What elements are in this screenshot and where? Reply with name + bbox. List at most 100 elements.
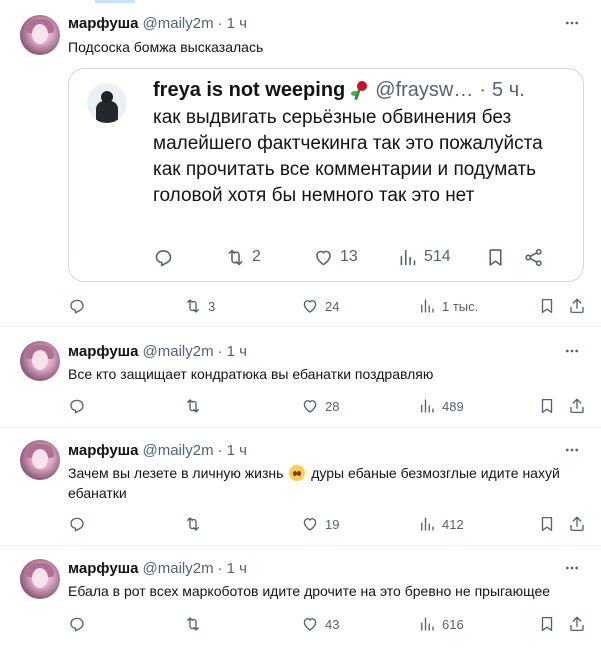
tweet-text-part: Зачем вы лезете в личную жизнь	[68, 465, 288, 481]
views-button[interactable]: 412	[418, 514, 464, 534]
more-icon[interactable]	[563, 13, 581, 33]
views-button[interactable]: 489	[418, 396, 464, 416]
more-icon[interactable]	[563, 440, 581, 460]
like-icon	[301, 397, 319, 415]
bookmark-icon	[538, 515, 556, 533]
like-count: 19	[325, 516, 340, 532]
bookmark-icon	[538, 397, 556, 415]
retweet-count: 3	[208, 298, 216, 314]
reply-icon	[68, 515, 86, 533]
views-icon	[418, 297, 436, 315]
avatar[interactable]	[20, 15, 60, 55]
author-handle[interactable]: @maily2m	[143, 15, 214, 32]
retweet-button[interactable]	[184, 614, 202, 634]
share-button[interactable]	[523, 245, 544, 269]
retweet-button[interactable]	[184, 514, 202, 534]
share-icon	[568, 397, 586, 415]
tweet[interactable]: марфуша @maily2m · 1 ч Подсоска бомжа вы…	[0, 0, 601, 327]
author-name[interactable]: марфуша	[68, 442, 139, 459]
tweet-actions: 3 24 1 тыс.	[68, 296, 588, 316]
retweet-icon	[184, 615, 202, 633]
like-button[interactable]: 19	[301, 514, 339, 534]
retweet-icon	[184, 297, 202, 315]
views-count: 1 тыс.	[442, 298, 479, 314]
views-button[interactable]: 1 тыс.	[418, 296, 478, 316]
reply-icon	[68, 297, 86, 315]
author-name[interactable]: марфуша	[68, 560, 139, 577]
author-handle[interactable]: @maily2m	[143, 442, 214, 459]
share-button[interactable]	[568, 396, 586, 416]
quote-avatar[interactable]	[87, 83, 127, 123]
reply-button[interactable]	[68, 514, 86, 534]
timestamp[interactable]: 1 ч	[227, 343, 247, 360]
share-button[interactable]	[568, 514, 586, 534]
author-handle[interactable]: @maily2m	[143, 343, 214, 360]
tweet-actions: 19 412	[68, 514, 588, 534]
author-name[interactable]: марфуша	[68, 343, 139, 360]
views-count: 616	[442, 616, 464, 632]
bookmark-button[interactable]	[538, 514, 556, 534]
timestamp[interactable]: 1 ч	[227, 560, 247, 577]
avatar[interactable]	[20, 559, 60, 599]
quote-actions: 2 13 514	[153, 245, 563, 269]
tweet[interactable]: марфуша @maily2m · 1 ч Зачем вы лезете в…	[0, 429, 601, 546]
like-button[interactable]: 43	[301, 614, 339, 634]
timestamp[interactable]: 1 ч	[227, 15, 247, 32]
like-icon	[301, 297, 319, 315]
quote-timestamp[interactable]: 5 ч.	[492, 79, 525, 102]
reply-button[interactable]	[68, 614, 86, 634]
views-button[interactable]: 616	[418, 614, 464, 634]
like-button[interactable]: 24	[301, 296, 339, 316]
bookmark-button[interactable]	[538, 296, 556, 316]
reply-icon	[153, 247, 174, 268]
views-icon	[397, 247, 418, 268]
author-handle[interactable]: @maily2m	[143, 560, 214, 577]
reply-icon	[68, 615, 86, 633]
author-name[interactable]: марфуша	[68, 15, 139, 32]
reply-icon	[68, 397, 86, 415]
quoted-tweet[interactable]: freya is not weeping @fraysw… · 5 ч. как…	[68, 68, 584, 282]
retweet-button[interactable]: 3	[184, 296, 215, 316]
like-icon	[301, 515, 319, 533]
separator-dot: ·	[217, 342, 223, 360]
like-icon	[301, 615, 319, 633]
bookmark-button[interactable]	[485, 245, 506, 269]
retweet-button[interactable]	[184, 396, 202, 416]
retweet-button[interactable]: 2	[225, 245, 261, 269]
tweet-header: марфуша @maily2m · 1 ч	[68, 440, 247, 460]
bookmark-icon	[538, 615, 556, 633]
like-count: 13	[340, 248, 358, 265]
bookmark-button[interactable]	[538, 396, 556, 416]
quote-header: freya is not weeping @fraysw… · 5 ч.	[153, 75, 525, 105]
tweet-text: Все кто защищает кондратюка вы ебанатки …	[68, 366, 434, 382]
more-icon[interactable]	[563, 558, 581, 578]
avatar[interactable]	[20, 341, 60, 381]
share-icon	[568, 515, 586, 533]
views-icon	[418, 397, 436, 415]
share-icon	[568, 615, 586, 633]
more-icon[interactable]	[563, 341, 581, 361]
tweet[interactable]: марфуша @maily2m · 1 ч Ебала в рот всех …	[0, 547, 601, 653]
tweet-actions: 43 616	[68, 614, 588, 634]
retweet-icon	[225, 247, 246, 268]
reply-button[interactable]	[68, 396, 86, 416]
tweet-text: Зачем вы лезете в личную жизнь дуры ебан…	[68, 463, 588, 503]
reply-button[interactable]	[153, 245, 174, 269]
quote-author-name[interactable]: freya is not weeping	[153, 79, 345, 102]
views-icon	[418, 515, 436, 533]
like-button[interactable]: 28	[301, 396, 339, 416]
bookmark-icon	[485, 247, 506, 268]
tweet-actions: 28 489	[68, 396, 588, 416]
share-button[interactable]	[568, 296, 586, 316]
avatar[interactable]	[20, 440, 60, 480]
bookmark-button[interactable]	[538, 614, 556, 634]
views-button[interactable]: 514	[397, 245, 451, 269]
timestamp[interactable]: 1 ч	[227, 442, 247, 459]
separator-dot: ·	[217, 14, 223, 32]
share-button[interactable]	[568, 614, 586, 634]
separator-dot: ·	[217, 441, 223, 459]
tweet[interactable]: марфуша @maily2m · 1 ч Все кто защищает …	[0, 328, 601, 428]
like-button[interactable]: 13	[313, 245, 358, 269]
reply-button[interactable]	[68, 296, 86, 316]
quote-author-handle[interactable]: @fraysw…	[375, 79, 473, 102]
